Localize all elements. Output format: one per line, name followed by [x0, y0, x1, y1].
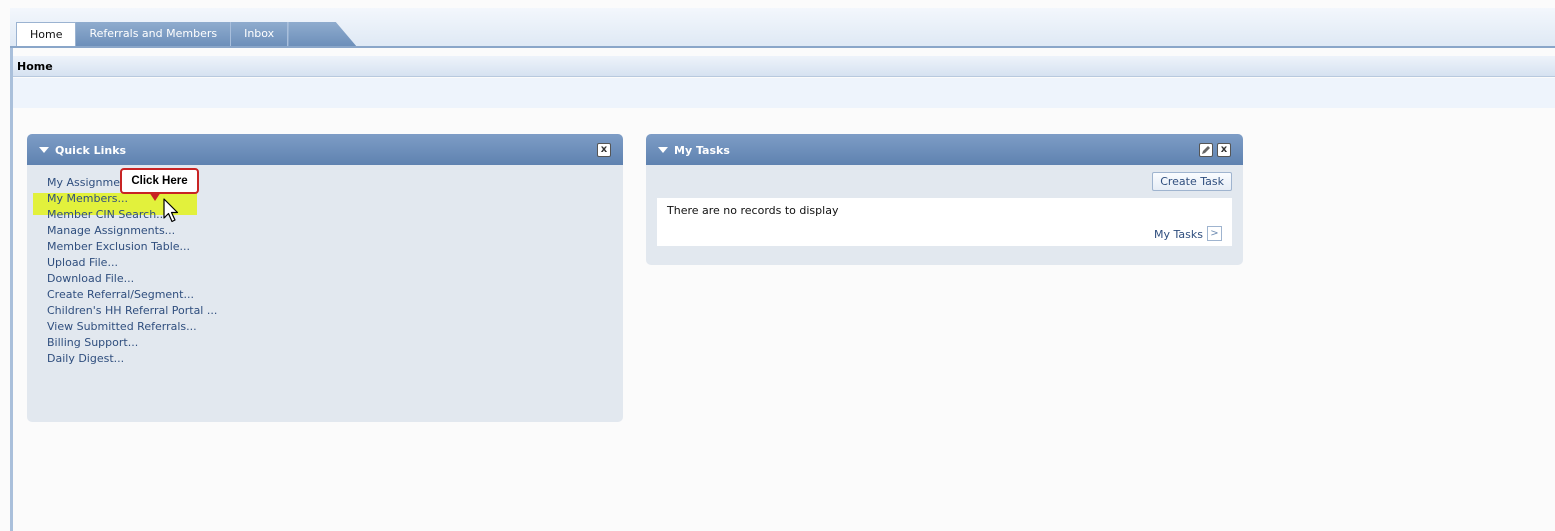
callout-pointer — [149, 192, 161, 201]
tab-inbox[interactable]: Inbox — [231, 22, 289, 46]
chevron-right-icon[interactable]: > — [1207, 226, 1222, 241]
tab-bar-tail — [288, 22, 357, 46]
link-member-cin-search[interactable]: Member CIN Search... — [47, 207, 217, 223]
collapse-triangle-icon[interactable] — [658, 147, 668, 153]
link-view-submitted-referrals[interactable]: View Submitted Referrals... — [47, 319, 217, 335]
tab-bar: Home Referrals and Members Inbox — [10, 8, 1555, 48]
my-tasks-header: My Tasks x — [646, 134, 1243, 165]
mouse-cursor-icon — [163, 198, 181, 227]
click-here-callout: Click Here — [120, 168, 199, 194]
link-download-file[interactable]: Download File... — [47, 271, 217, 287]
tab-list: Home Referrals and Members Inbox — [16, 22, 357, 46]
page-title: Home — [13, 56, 1555, 77]
link-manage-assignments[interactable]: Manage Assignments... — [47, 223, 217, 239]
link-billing-support[interactable]: Billing Support... — [47, 335, 217, 351]
link-upload-file[interactable]: Upload File... — [47, 255, 217, 271]
close-icon[interactable]: x — [597, 143, 611, 157]
link-childrens-hh-referral-portal[interactable]: Children's HH Referral Portal ... — [47, 303, 217, 319]
quick-links-title: Quick Links — [55, 144, 127, 157]
page-subbar — [13, 78, 1555, 108]
create-task-button[interactable]: Create Task — [1152, 172, 1232, 191]
tab-referrals-and-members[interactable]: Referrals and Members — [76, 22, 232, 46]
tab-home[interactable]: Home — [16, 22, 77, 46]
my-tasks-title: My Tasks — [674, 144, 730, 157]
collapse-triangle-icon[interactable] — [39, 147, 49, 153]
quick-links-header: Quick Links x — [27, 134, 623, 165]
link-member-exclusion-table[interactable]: Member Exclusion Table... — [47, 239, 217, 255]
quick-links-list: My Assignments... My Members... Member C… — [47, 175, 217, 367]
edit-pencil-icon[interactable] — [1199, 143, 1213, 157]
empty-message: There are no records to display — [667, 204, 839, 217]
tasks-list-area: There are no records to display My Tasks… — [657, 198, 1232, 246]
my-tasks-panel: My Tasks x Create Task There are no reco… — [646, 134, 1243, 265]
my-tasks-link[interactable]: My Tasks — [1154, 228, 1203, 241]
link-create-referral-segment[interactable]: Create Referral/Segment... — [47, 287, 217, 303]
link-daily-digest[interactable]: Daily Digest... — [47, 351, 217, 367]
close-icon[interactable]: x — [1217, 143, 1231, 157]
